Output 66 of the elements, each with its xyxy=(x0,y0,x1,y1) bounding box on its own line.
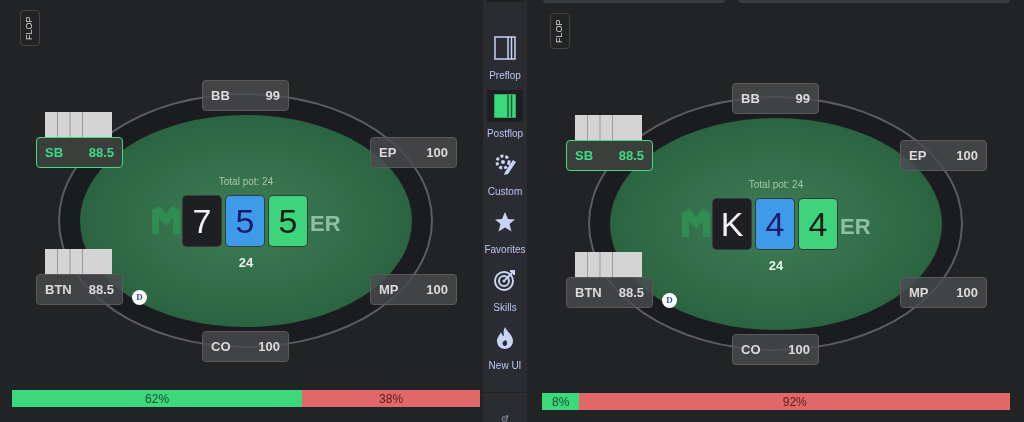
seat-position: CO xyxy=(211,337,231,356)
seat-stack: 100 xyxy=(258,337,280,356)
seat-stack: 99 xyxy=(265,86,280,105)
seat[interactable]: BTN 88.5 xyxy=(36,274,123,305)
board-card: 4 xyxy=(799,199,837,249)
seat-position: MP xyxy=(909,283,929,302)
street-label: FLOP xyxy=(20,10,40,46)
seat[interactable]: EP 100 xyxy=(900,140,987,171)
seat[interactable]: EP 100 xyxy=(370,137,457,168)
seat-stack: 99 xyxy=(795,89,810,108)
target-icon xyxy=(493,268,517,292)
seat-stack: 100 xyxy=(426,143,448,162)
seat-stack: 88.5 xyxy=(88,143,114,162)
equity-text: 38% xyxy=(379,390,404,408)
seat-position: MP xyxy=(379,280,399,299)
board-card: 5 xyxy=(269,196,307,246)
seat-stack: 88.5 xyxy=(88,280,114,299)
seat-stack: 100 xyxy=(788,340,810,359)
seat-position: BTN xyxy=(45,280,72,299)
sidebar-item[interactable]: Preflop xyxy=(483,32,527,82)
seat[interactable]: BB 99 xyxy=(732,83,819,114)
seat-position: SB xyxy=(45,143,64,162)
panel-icon xyxy=(493,36,517,60)
seat-stack: 100 xyxy=(956,146,978,165)
logo-text: ER xyxy=(310,210,341,238)
seat-position: EP xyxy=(379,143,397,162)
pot-amount: 24 xyxy=(767,257,785,275)
sidebar-item[interactable]: Favorites xyxy=(483,206,527,256)
board-card: K xyxy=(713,199,751,249)
seat[interactable]: BB 99 xyxy=(202,80,289,111)
seat-stack: 88.5 xyxy=(618,283,644,302)
board-card: 5 xyxy=(226,196,264,246)
seat[interactable]: CO 100 xyxy=(202,331,289,362)
pot-amount: 24 xyxy=(237,254,255,272)
logo-icon xyxy=(682,209,710,237)
seat-stack: 100 xyxy=(426,280,448,299)
logo-text: ER xyxy=(840,213,871,241)
seat[interactable]: BTN 88.5 xyxy=(566,277,653,308)
seat[interactable]: CO 100 xyxy=(732,334,819,365)
pot-label: Total pot: 24 xyxy=(747,178,805,192)
equity-fill: 62% xyxy=(12,390,303,407)
seat[interactable]: MP 100 xyxy=(900,277,987,308)
seat-position: BB xyxy=(211,86,230,105)
seat-position: BB xyxy=(741,89,760,108)
sidebar-item[interactable]: Custom xyxy=(483,148,527,198)
seat-position: EP xyxy=(909,146,927,165)
logo-icon xyxy=(152,206,180,234)
sidebar-item[interactable]: New UI xyxy=(483,322,527,372)
seat-position: CO xyxy=(741,340,761,359)
seat[interactable]: SB 88.5 xyxy=(566,140,653,171)
sidebar-item[interactable]: Skills xyxy=(483,264,527,314)
street-label: FLOP xyxy=(550,13,570,49)
board-card: 7 xyxy=(183,196,221,246)
seat[interactable]: SB 88.5 xyxy=(36,137,123,168)
seat-stack: 88.5 xyxy=(618,146,644,165)
board-card: 4 xyxy=(756,199,794,249)
equity-fill: 8% xyxy=(542,393,580,410)
pot-label: Total pot: 24 xyxy=(217,175,275,189)
gear-pencil-icon xyxy=(493,152,517,176)
seat-stack: 100 xyxy=(956,283,978,302)
seat[interactable]: MP 100 xyxy=(370,274,457,305)
star-icon xyxy=(493,210,517,234)
seat-position: BTN xyxy=(575,283,602,302)
equity-text: 92% xyxy=(782,393,807,411)
seat-position: SB xyxy=(575,146,594,165)
panel-icon xyxy=(493,94,517,118)
